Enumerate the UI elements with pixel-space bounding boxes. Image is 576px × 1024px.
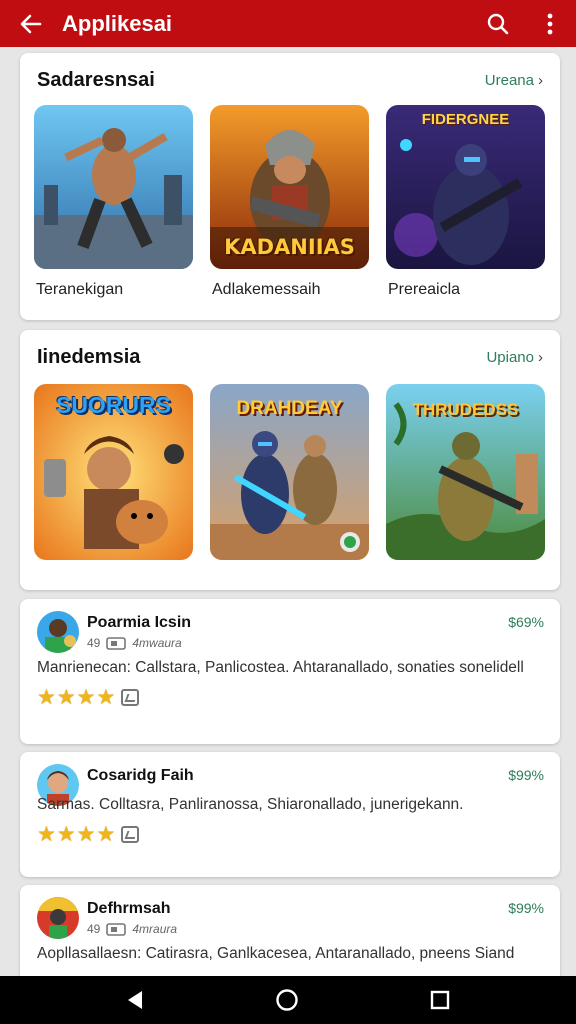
app-avatar [37, 897, 79, 939]
app-list-item[interactable]: Poarmia Icsin 49 4mwaura $69% Manrieneca… [20, 599, 560, 744]
app-description: Aopllasallaesn: Catirasra, Ganlkacesea, … [37, 945, 515, 962]
art-title: DRAHDEAY [236, 398, 343, 419]
tile-name: Teranekigan [36, 281, 124, 298]
tile-name: Adlakemessaih [212, 281, 321, 298]
see-more-label: Ureana [484, 71, 534, 89]
app-name: Defhrmsah [87, 900, 171, 917]
app-bar: Applikesai [0, 0, 576, 47]
app-avatar [37, 611, 79, 653]
rating-count: 49 [87, 922, 101, 936]
see-more-link[interactable]: Upiano › [486, 349, 543, 366]
star-icon: ★ [96, 686, 116, 709]
see-more-link[interactable]: Ureana › [485, 72, 543, 89]
star-icon: ★ [76, 686, 96, 709]
tag-icon [106, 636, 127, 650]
art-title: SUORURS [55, 392, 171, 418]
app-description: Manrienecan: Callstara, Panlicostea. Aht… [37, 659, 524, 676]
price-label: $99% [508, 767, 544, 783]
app-tile[interactable]: KADANIIAS Adlakemessaih [210, 105, 369, 299]
section-title: Sadaresnsai [37, 68, 155, 91]
art-title: KADANIIAS [224, 235, 355, 259]
section-card-1: Sadaresnsai Ureana › Teranekigan KADANII… [20, 53, 560, 320]
game-art-image: KADANIIAS [210, 105, 369, 269]
developer-label: 4mraura [132, 922, 178, 936]
overflow-menu-button[interactable] [524, 0, 576, 47]
star-rating: ★ ★ ★ ★ [37, 824, 544, 845]
tile-row: SUORURS DRAHDEAY THRUDEDSS [20, 384, 560, 560]
art-title: THRUDEDSS [412, 400, 519, 419]
game-art-image: THRUDEDSS [386, 384, 545, 560]
search-button[interactable] [472, 0, 524, 47]
developer-label: 4mwaura [132, 636, 182, 650]
tile-row: Teranekigan KADANIIAS Adlakemessaih FIDE… [20, 105, 560, 299]
back-arrow-icon [20, 14, 42, 33]
review-badge-icon [121, 826, 140, 843]
section-header: Iinedemsia Upiano › [20, 330, 560, 384]
app-list-item[interactable]: Cosaridg Faih $99% Sarmas. Colltasra, Pa… [20, 752, 560, 877]
star-icon: ★ [37, 823, 56, 846]
app-tile[interactable]: FIDERGNEE Prereaicla [386, 105, 545, 299]
star-icon: ★ [76, 823, 96, 846]
app-name: Poarmia Icsin [87, 614, 192, 631]
game-art-image: DRAHDEAY [210, 384, 369, 560]
tile-name: Prereaicla [388, 281, 461, 298]
star-icon: ★ [56, 686, 76, 709]
review-badge-icon [121, 689, 140, 706]
see-more-label: Upiano [486, 348, 534, 366]
app-meta: 49 4mwaura [87, 636, 508, 650]
game-art-image [34, 105, 193, 269]
section-card-2: Iinedemsia Upiano › SUORURS DRAHDEAY THR… [20, 330, 560, 590]
nav-back-icon[interactable] [126, 990, 144, 1010]
price-label: $99% [508, 900, 544, 916]
search-icon [487, 13, 509, 34]
section-header: Sadaresnsai Ureana › [20, 55, 560, 105]
rating-count: 49 [87, 636, 101, 650]
system-nav-bar [0, 976, 576, 1024]
tag-icon [106, 922, 127, 936]
game-art-image: FIDERGNEE [386, 105, 545, 269]
app-tile[interactable]: SUORURS [34, 384, 193, 560]
more-vert-icon [547, 13, 553, 34]
star-icon: ★ [37, 686, 56, 709]
app-tile[interactable]: THRUDEDSS [386, 384, 545, 560]
nav-home-icon[interactable] [275, 988, 299, 1012]
app-meta: 49 4mraura [87, 922, 508, 936]
app-tile[interactable]: DRAHDEAY [210, 384, 369, 560]
back-button[interactable] [0, 0, 62, 47]
page-title: Applikesai [62, 10, 173, 36]
chevron-right-icon: › [538, 348, 543, 366]
star-rating: ★ ★ ★ ★ [37, 687, 544, 708]
chevron-right-icon: › [538, 71, 543, 89]
star-icon: ★ [56, 823, 76, 846]
game-art-image: SUORURS [34, 384, 193, 560]
app-name: Cosaridg Faih [87, 767, 194, 784]
nav-recents-icon[interactable] [430, 990, 450, 1010]
price-label: $69% [508, 614, 544, 630]
star-icon: ★ [96, 823, 116, 846]
app-description: Sarmas. Colltasra, Panliranossa, Shiaron… [37, 796, 464, 813]
section-title: Iinedemsia [37, 345, 141, 368]
app-tile[interactable]: Teranekigan [34, 105, 193, 299]
art-title: FIDERGNEE [421, 111, 510, 128]
